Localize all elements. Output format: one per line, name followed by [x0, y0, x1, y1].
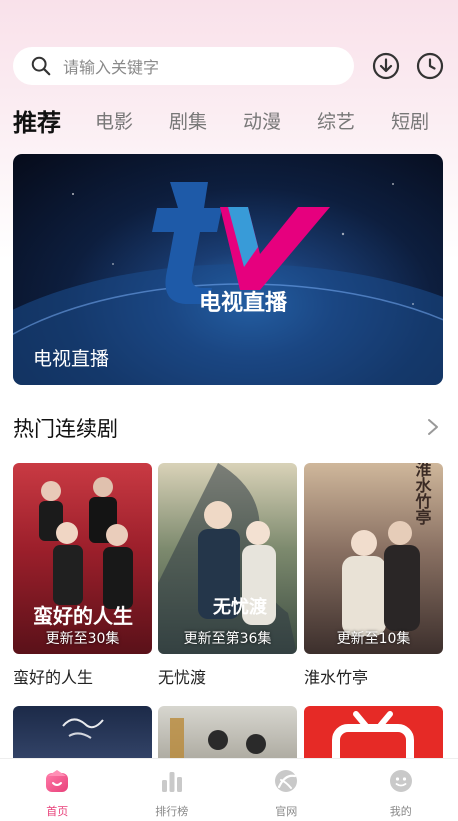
section-title: 热门连续剧: [13, 413, 118, 443]
drama-poster: 无忧渡 更新至第36集: [158, 463, 297, 654]
drama-title: 无忧渡: [158, 664, 297, 688]
drama-title: 淮水竹亭: [304, 664, 443, 688]
tv-logo: 电视直播: [148, 182, 338, 312]
tab-short-drama[interactable]: 短剧: [391, 107, 429, 134]
poster-art: [13, 706, 152, 766]
poster-art: [158, 706, 297, 766]
nav-label: 我的: [390, 803, 412, 819]
nav-label: 首页: [46, 803, 68, 819]
drama-card[interactable]: [158, 706, 297, 766]
history-icon[interactable]: [416, 52, 444, 80]
poster-title: 淮水竹亭: [413, 463, 433, 526]
poster-art: 蛮好的人生: [13, 463, 152, 654]
search-row: 请输入关键字: [13, 47, 445, 85]
tv-app-icon: [304, 706, 443, 766]
tab-recommend[interactable]: 推荐: [13, 103, 61, 138]
nav-website[interactable]: 官网: [229, 759, 344, 821]
drama-title: 蛮好的人生: [13, 664, 152, 688]
search-placeholder: 请输入关键字: [63, 54, 159, 78]
nav-label: 排行榜: [155, 803, 188, 819]
episode-badge: 更新至第36集: [158, 628, 297, 648]
search-icon: [30, 55, 52, 77]
nav-home[interactable]: 首页: [0, 759, 115, 821]
nav-label: 官网: [275, 803, 297, 819]
drama-card[interactable]: [13, 706, 152, 766]
drama-card[interactable]: [304, 706, 443, 766]
bottom-navigation: 首页 排行榜 官网 我的: [0, 758, 458, 821]
tab-variety[interactable]: 综艺: [317, 107, 355, 134]
poster-art: 淮水竹亭: [304, 463, 443, 654]
poster-title: 蛮好的人生: [33, 604, 133, 628]
category-tabs: 推荐 电影 剧集 动漫 综艺 短剧: [13, 100, 458, 140]
ranking-icon: [159, 768, 185, 794]
poster-art: 无忧渡: [158, 463, 297, 654]
drama-poster: 蛮好的人生 更新至30集: [13, 463, 152, 654]
tab-series[interactable]: 剧集: [169, 107, 207, 134]
website-icon: [273, 768, 299, 794]
poster-title: 无忧渡: [213, 596, 268, 618]
tab-movies[interactable]: 电影: [95, 107, 133, 134]
tv-logo-caption: 电视直播: [199, 290, 288, 312]
episode-badge: 更新至10集: [304, 628, 443, 648]
tab-anime[interactable]: 动漫: [243, 107, 281, 134]
drama-card[interactable]: 淮水竹亭 更新至10集 淮水竹亭: [304, 463, 443, 688]
drama-card[interactable]: 蛮好的人生 更新至30集 蛮好的人生: [13, 463, 152, 688]
download-icon[interactable]: [372, 52, 400, 80]
live-tv-banner[interactable]: 电视直播 电视直播: [13, 154, 443, 385]
search-input[interactable]: 请输入关键字: [13, 47, 354, 85]
drama-poster: 淮水竹亭 更新至10集: [304, 463, 443, 654]
home-icon: [44, 768, 70, 794]
drama-card[interactable]: 无忧渡 更新至第36集 无忧渡: [158, 463, 297, 688]
profile-icon: [388, 768, 414, 794]
chevron-right-icon[interactable]: [426, 417, 440, 437]
episode-badge: 更新至30集: [13, 628, 152, 648]
banner-title: 电视直播: [33, 344, 109, 371]
nav-ranking[interactable]: 排行榜: [115, 759, 230, 821]
nav-profile[interactable]: 我的: [344, 759, 458, 821]
